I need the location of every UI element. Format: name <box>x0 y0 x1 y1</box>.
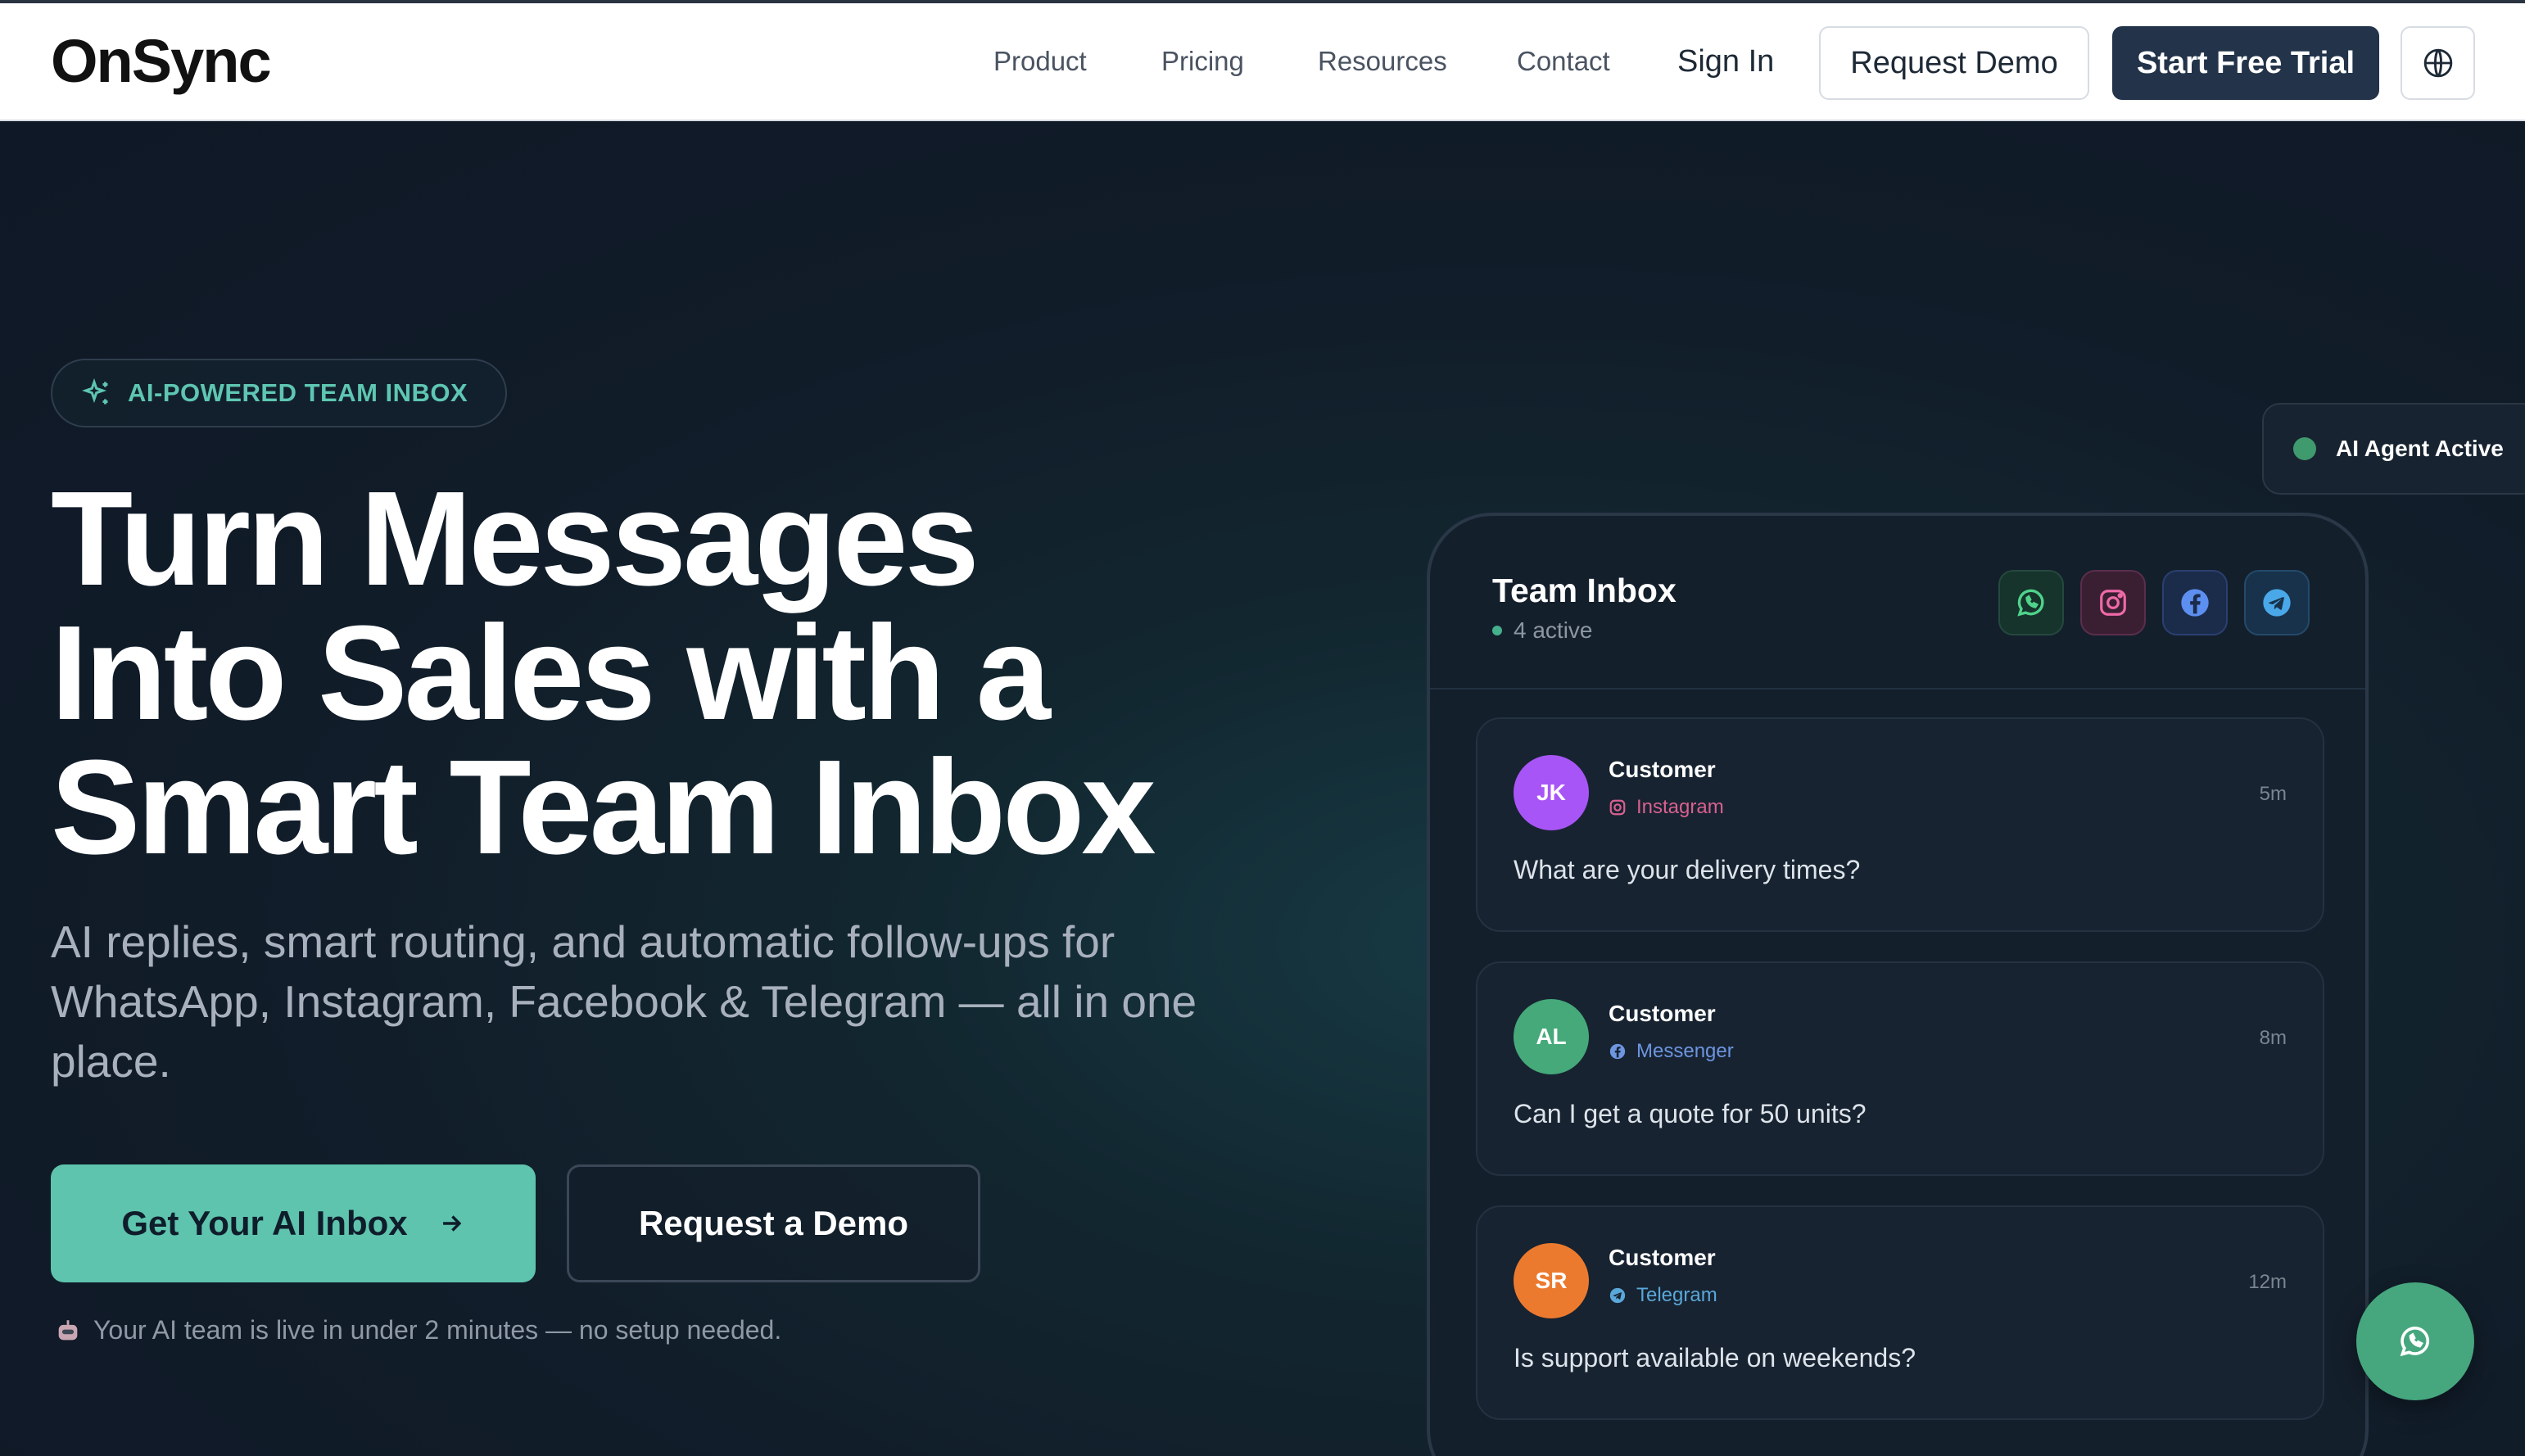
nav-link-product[interactable]: Product <box>993 46 1087 77</box>
sign-in-link[interactable]: Sign In <box>1677 44 1774 79</box>
conversation-card[interactable]: SR Customer Telegram 12m Is support avai… <box>1476 1205 2324 1420</box>
language-button[interactable] <box>2401 26 2475 100</box>
sparkles-icon <box>82 378 108 405</box>
live-note-text: Your AI team is live in under 2 minutes … <box>93 1315 782 1345</box>
live-note: Your AI team is live in under 2 minutes … <box>54 1315 781 1345</box>
customer-name: Customer <box>1609 1245 1716 1270</box>
message-time: 8m <box>2259 1027 2287 1049</box>
get-ai-inbox-button[interactable]: Get Your AI Inbox <box>51 1164 536 1282</box>
telegram-channel-button[interactable] <box>2244 570 2310 635</box>
whatsapp-icon <box>2017 589 2044 617</box>
get-ai-inbox-label: Get Your AI Inbox <box>121 1204 408 1242</box>
headline-line-3: Smart Team Inbox <box>51 732 1156 882</box>
badge-label: AI-POWERED TEAM INBOX <box>128 378 468 407</box>
inbox-title: Team Inbox <box>1492 572 1677 609</box>
instagram-channel-button[interactable] <box>2080 570 2146 635</box>
onsync-logo[interactable]: OnSync <box>51 27 272 95</box>
hero-subtitle: AI replies, smart routing, and automatic… <box>51 916 1197 1087</box>
top-navbar: OnSync Product Pricing Resources Contact… <box>0 3 2525 121</box>
whatsapp-channel-button[interactable] <box>1998 570 2064 635</box>
message-preview: Can I get a quote for 50 units? <box>1514 1099 1867 1128</box>
request-demo-button[interactable]: Request Demo <box>1819 26 2089 100</box>
conversation-source: Instagram <box>1609 796 1724 819</box>
messenger-icon <box>1609 1043 1626 1060</box>
inbox-header-divider <box>1430 688 2365 690</box>
message-preview: What are your delivery times? <box>1514 855 1861 884</box>
message-time: 5m <box>2259 783 2287 805</box>
message-preview: Is support available on weekends? <box>1514 1343 1916 1372</box>
active-dot <box>1492 626 1502 635</box>
team-inbox-mockup: Team Inbox 4 active JK Customer Instagra… <box>1427 513 2369 1456</box>
robot-icon <box>58 1319 78 1340</box>
instagram-icon <box>1609 799 1626 816</box>
avatar: AL <box>1514 999 1589 1074</box>
inbox-active-count: 4 active <box>1492 617 1593 644</box>
avatar: SR <box>1514 1243 1589 1318</box>
source-label: Messenger <box>1636 1040 1734 1062</box>
globe-icon <box>2423 48 2452 78</box>
avatar: JK <box>1514 755 1589 830</box>
nav-link-contact[interactable]: Contact <box>1517 46 1610 77</box>
whatsapp-chat-button[interactable] <box>2356 1282 2474 1400</box>
telegram-icon <box>2263 589 2291 617</box>
facebook-icon <box>2181 589 2209 617</box>
hero-headline: Turn Messages Into Sales with a Smart Te… <box>51 472 1279 875</box>
whatsapp-icon <box>2400 1327 2430 1357</box>
instagram-icon <box>2100 590 2126 616</box>
conversation-source: Telegram <box>1609 1284 1717 1307</box>
nav-link-resources[interactable]: Resources <box>1318 46 1447 77</box>
ai-agent-status-label: AI Agent Active <box>2336 436 2504 461</box>
conversation-card[interactable]: AL Customer Messenger 8m Can I get a quo… <box>1476 961 2324 1176</box>
customer-name: Customer <box>1609 757 1716 782</box>
telegram-icon <box>1609 1287 1626 1304</box>
nav-link-pricing[interactable]: Pricing <box>1161 46 1244 77</box>
ai-powered-badge: AI-POWERED TEAM INBOX <box>51 359 507 427</box>
request-a-demo-button[interactable]: Request a Demo <box>567 1164 980 1282</box>
status-dot <box>2293 437 2316 460</box>
active-count-label: 4 active <box>1514 617 1593 643</box>
conversation-source: Messenger <box>1609 1040 1734 1063</box>
headline-line-1: Turn Messages <box>51 463 980 613</box>
ai-agent-status: AI Agent Active <box>2262 403 2525 495</box>
facebook-channel-button[interactable] <box>2162 570 2228 635</box>
source-label: Instagram <box>1636 796 1724 818</box>
headline-line-2: Into Sales with a <box>51 598 1051 748</box>
customer-name: Customer <box>1609 1001 1716 1026</box>
start-free-trial-button[interactable]: Start Free Trial <box>2112 26 2379 100</box>
arrow-right-icon <box>442 1215 461 1232</box>
source-label: Telegram <box>1636 1284 1717 1306</box>
conversation-card[interactable]: JK Customer Instagram 5m What are your d… <box>1476 717 2324 932</box>
message-time: 12m <box>2248 1271 2287 1293</box>
